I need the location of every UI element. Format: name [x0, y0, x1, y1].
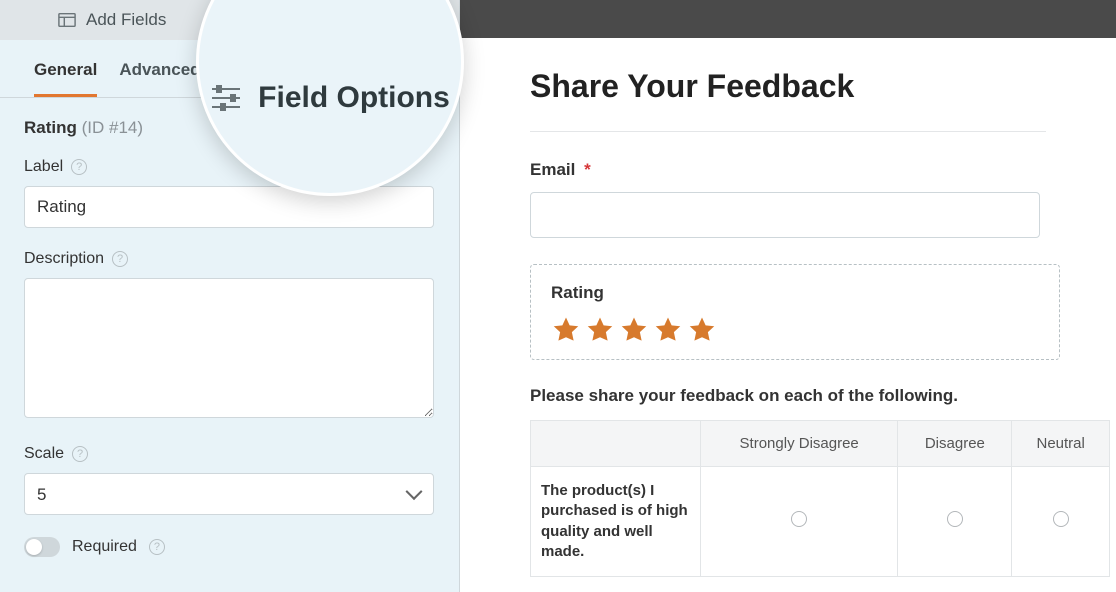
field-name: Rating — [24, 118, 77, 137]
add-fields-label: Add Fields — [86, 10, 166, 30]
scale-caption-row: Scale ? — [24, 445, 435, 463]
likert-radio[interactable] — [947, 511, 963, 527]
likert-col-1: Disagree — [898, 421, 1012, 467]
email-label: Email — [530, 160, 575, 179]
help-icon[interactable]: ? — [149, 539, 165, 555]
description-caption: Description — [24, 250, 104, 268]
star-icon[interactable] — [551, 315, 581, 345]
likert-row: The product(s) I purchased is of high qu… — [531, 467, 1110, 577]
likert-col-2: Neutral — [1012, 421, 1110, 467]
rating-field[interactable]: Rating — [530, 264, 1060, 360]
email-field: Email * — [530, 160, 1046, 238]
likert-radio[interactable] — [1053, 511, 1069, 527]
callout-title: Field Options — [258, 81, 450, 115]
star-icon[interactable] — [687, 315, 717, 345]
description-input[interactable] — [24, 278, 434, 418]
help-icon[interactable]: ? — [72, 446, 88, 462]
likert-table: Strongly Disagree Disagree Neutral The p… — [530, 420, 1110, 577]
required-mark: * — [584, 160, 591, 179]
rating-stars[interactable] — [551, 315, 1039, 345]
sliders-icon — [210, 84, 242, 112]
likert-header-row: Strongly Disagree Disagree Neutral — [531, 421, 1110, 467]
required-row: Required ? — [24, 537, 435, 557]
likert-heading: Please share your feedback on each of th… — [530, 386, 1046, 406]
rating-label: Rating — [551, 283, 1039, 303]
description-caption-row: Description ? — [24, 250, 435, 268]
star-icon[interactable] — [653, 315, 683, 345]
help-icon[interactable]: ? — [112, 251, 128, 267]
scale-caption: Scale — [24, 445, 64, 463]
form-title: Share Your Feedback — [530, 68, 1046, 105]
likert-col-0: Strongly Disagree — [701, 421, 898, 467]
field-id: (ID #14) — [82, 118, 143, 137]
likert-radio[interactable] — [791, 511, 807, 527]
label-input[interactable] — [24, 186, 434, 228]
label-caption: Label — [24, 158, 63, 176]
required-caption: Required — [72, 538, 137, 556]
email-input[interactable] — [530, 192, 1040, 238]
star-icon[interactable] — [585, 315, 615, 345]
help-icon[interactable]: ? — [71, 159, 87, 175]
tab-general[interactable]: General — [34, 60, 97, 97]
divider — [530, 131, 1046, 132]
scale-select[interactable]: 5 — [24, 473, 434, 515]
likert-row-label: The product(s) I purchased is of high qu… — [531, 467, 701, 577]
tab-advanced[interactable]: Advanced — [119, 60, 200, 97]
required-toggle[interactable] — [24, 537, 60, 557]
star-icon[interactable] — [619, 315, 649, 345]
form-icon — [58, 12, 76, 28]
form-preview: Share Your Feedback Email * Rating Pleas… — [460, 38, 1116, 592]
